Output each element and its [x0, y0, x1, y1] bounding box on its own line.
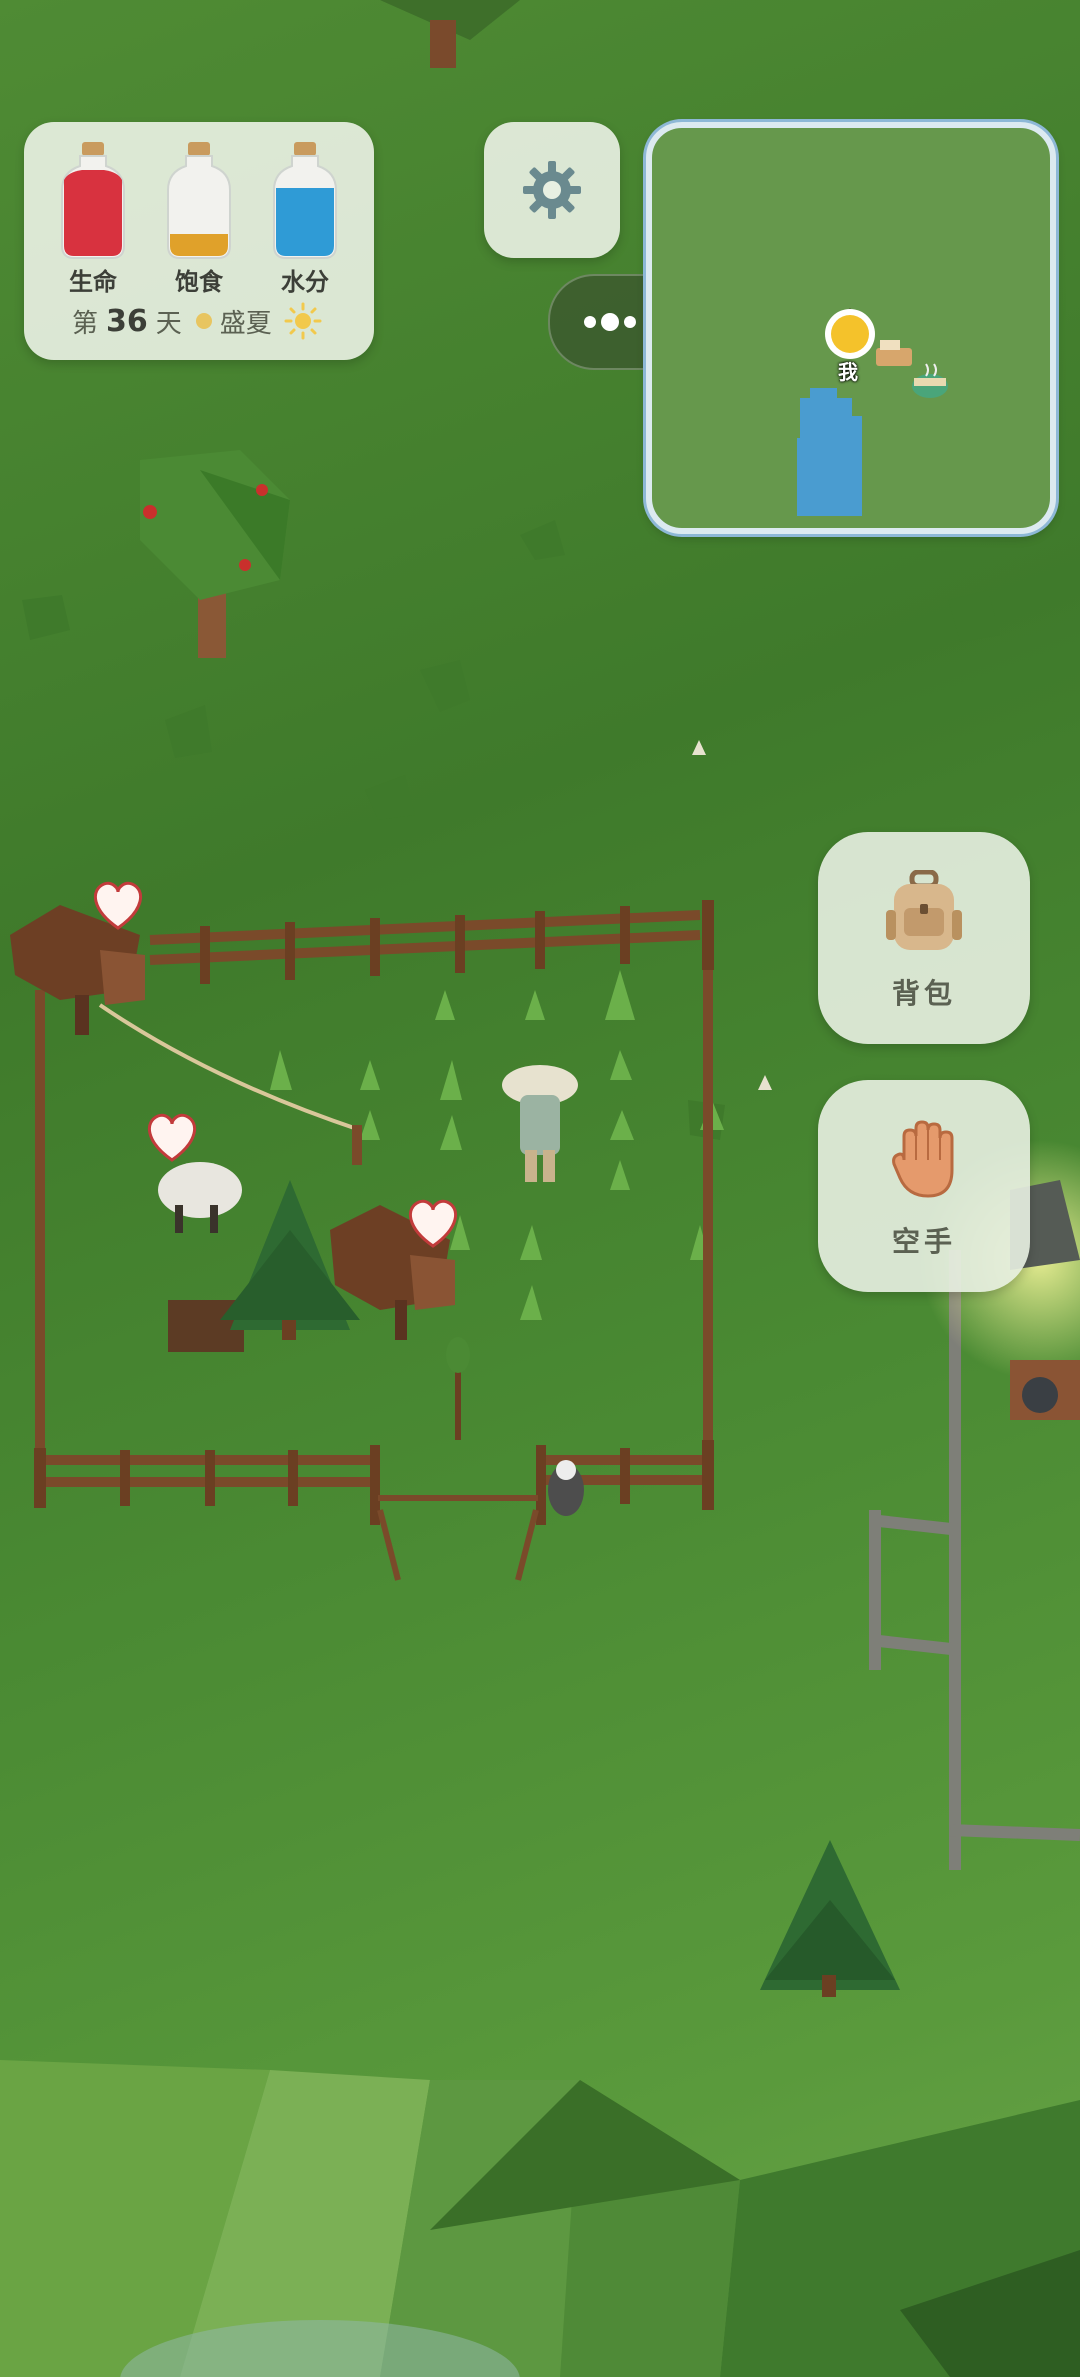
more-dots-icon: [584, 313, 636, 331]
hunger-bottle: [167, 142, 231, 259]
minimap[interactable]: 我: [646, 122, 1056, 534]
hand-label: 空手: [891, 1225, 956, 1258]
health-bottle: [61, 142, 125, 259]
hand-icon: [892, 1120, 954, 1198]
day-number: 36: [106, 303, 148, 339]
player-marker-icon: [825, 308, 875, 359]
backpack-label: 背包: [891, 977, 956, 1010]
health-label: 生命: [69, 268, 117, 296]
bush: [22, 595, 70, 640]
bush: [520, 520, 565, 560]
dog-face: [556, 1460, 576, 1480]
status-panel: 生命 饱食 水分 第 36 天 盛夏: [24, 122, 374, 360]
minimap-pot-icon: [912, 363, 948, 398]
settings-button[interactable]: [484, 122, 620, 258]
apple: [239, 559, 251, 571]
ground-marker: [692, 740, 706, 755]
ground-marker: [758, 1075, 772, 1090]
water-bottle: [273, 142, 337, 259]
cow-head: [410, 1255, 455, 1310]
pine-trunk: [282, 1320, 296, 1340]
apple: [256, 484, 268, 496]
day-suffix: 天: [155, 308, 182, 339]
hand-button[interactable]: 空手: [818, 1080, 1030, 1292]
pine-trunk: [822, 1975, 836, 1997]
minimap-canvas: [797, 308, 948, 516]
player-body: [520, 1095, 560, 1155]
sheep-leg: [175, 1205, 183, 1233]
sapling-leaves: [446, 1337, 470, 1373]
apple: [143, 505, 157, 519]
tree-trunk: [430, 20, 456, 68]
backpack-button[interactable]: 背包: [818, 832, 1030, 1044]
more-button[interactable]: [580, 300, 640, 344]
bush: [165, 705, 212, 758]
cow-leg: [395, 1300, 407, 1340]
fence-gate: [377, 1495, 539, 1581]
backpack-icon: [886, 870, 962, 950]
minimap-workbench-icon: [876, 340, 912, 366]
player-leg: [525, 1150, 537, 1182]
sun-icon: [284, 302, 322, 340]
rope: [98, 1003, 361, 1132]
day-prefix: 第: [72, 308, 99, 339]
water-label: 水分: [281, 268, 329, 296]
cow-head: [100, 950, 145, 1005]
gear-icon: [523, 161, 581, 219]
sheep-leg: [210, 1205, 218, 1233]
hunger-label: 饱食: [175, 268, 223, 296]
season-dot: [195, 313, 212, 329]
cow-leg: [75, 995, 89, 1035]
minimap-water: [797, 388, 862, 516]
season-label: 盛夏: [219, 308, 272, 339]
tether-post: [352, 1125, 362, 1165]
bush: [948, 590, 1000, 642]
player-leg: [543, 1150, 555, 1182]
heart-icon: [148, 1113, 196, 1162]
sheep: [158, 1162, 242, 1218]
cooking-pot: [1022, 1377, 1058, 1413]
bush: [365, 775, 415, 820]
day-indicator: 第 36 天 盛夏: [72, 302, 322, 340]
bush: [420, 660, 470, 712]
player-marker-label: 我: [838, 360, 858, 384]
